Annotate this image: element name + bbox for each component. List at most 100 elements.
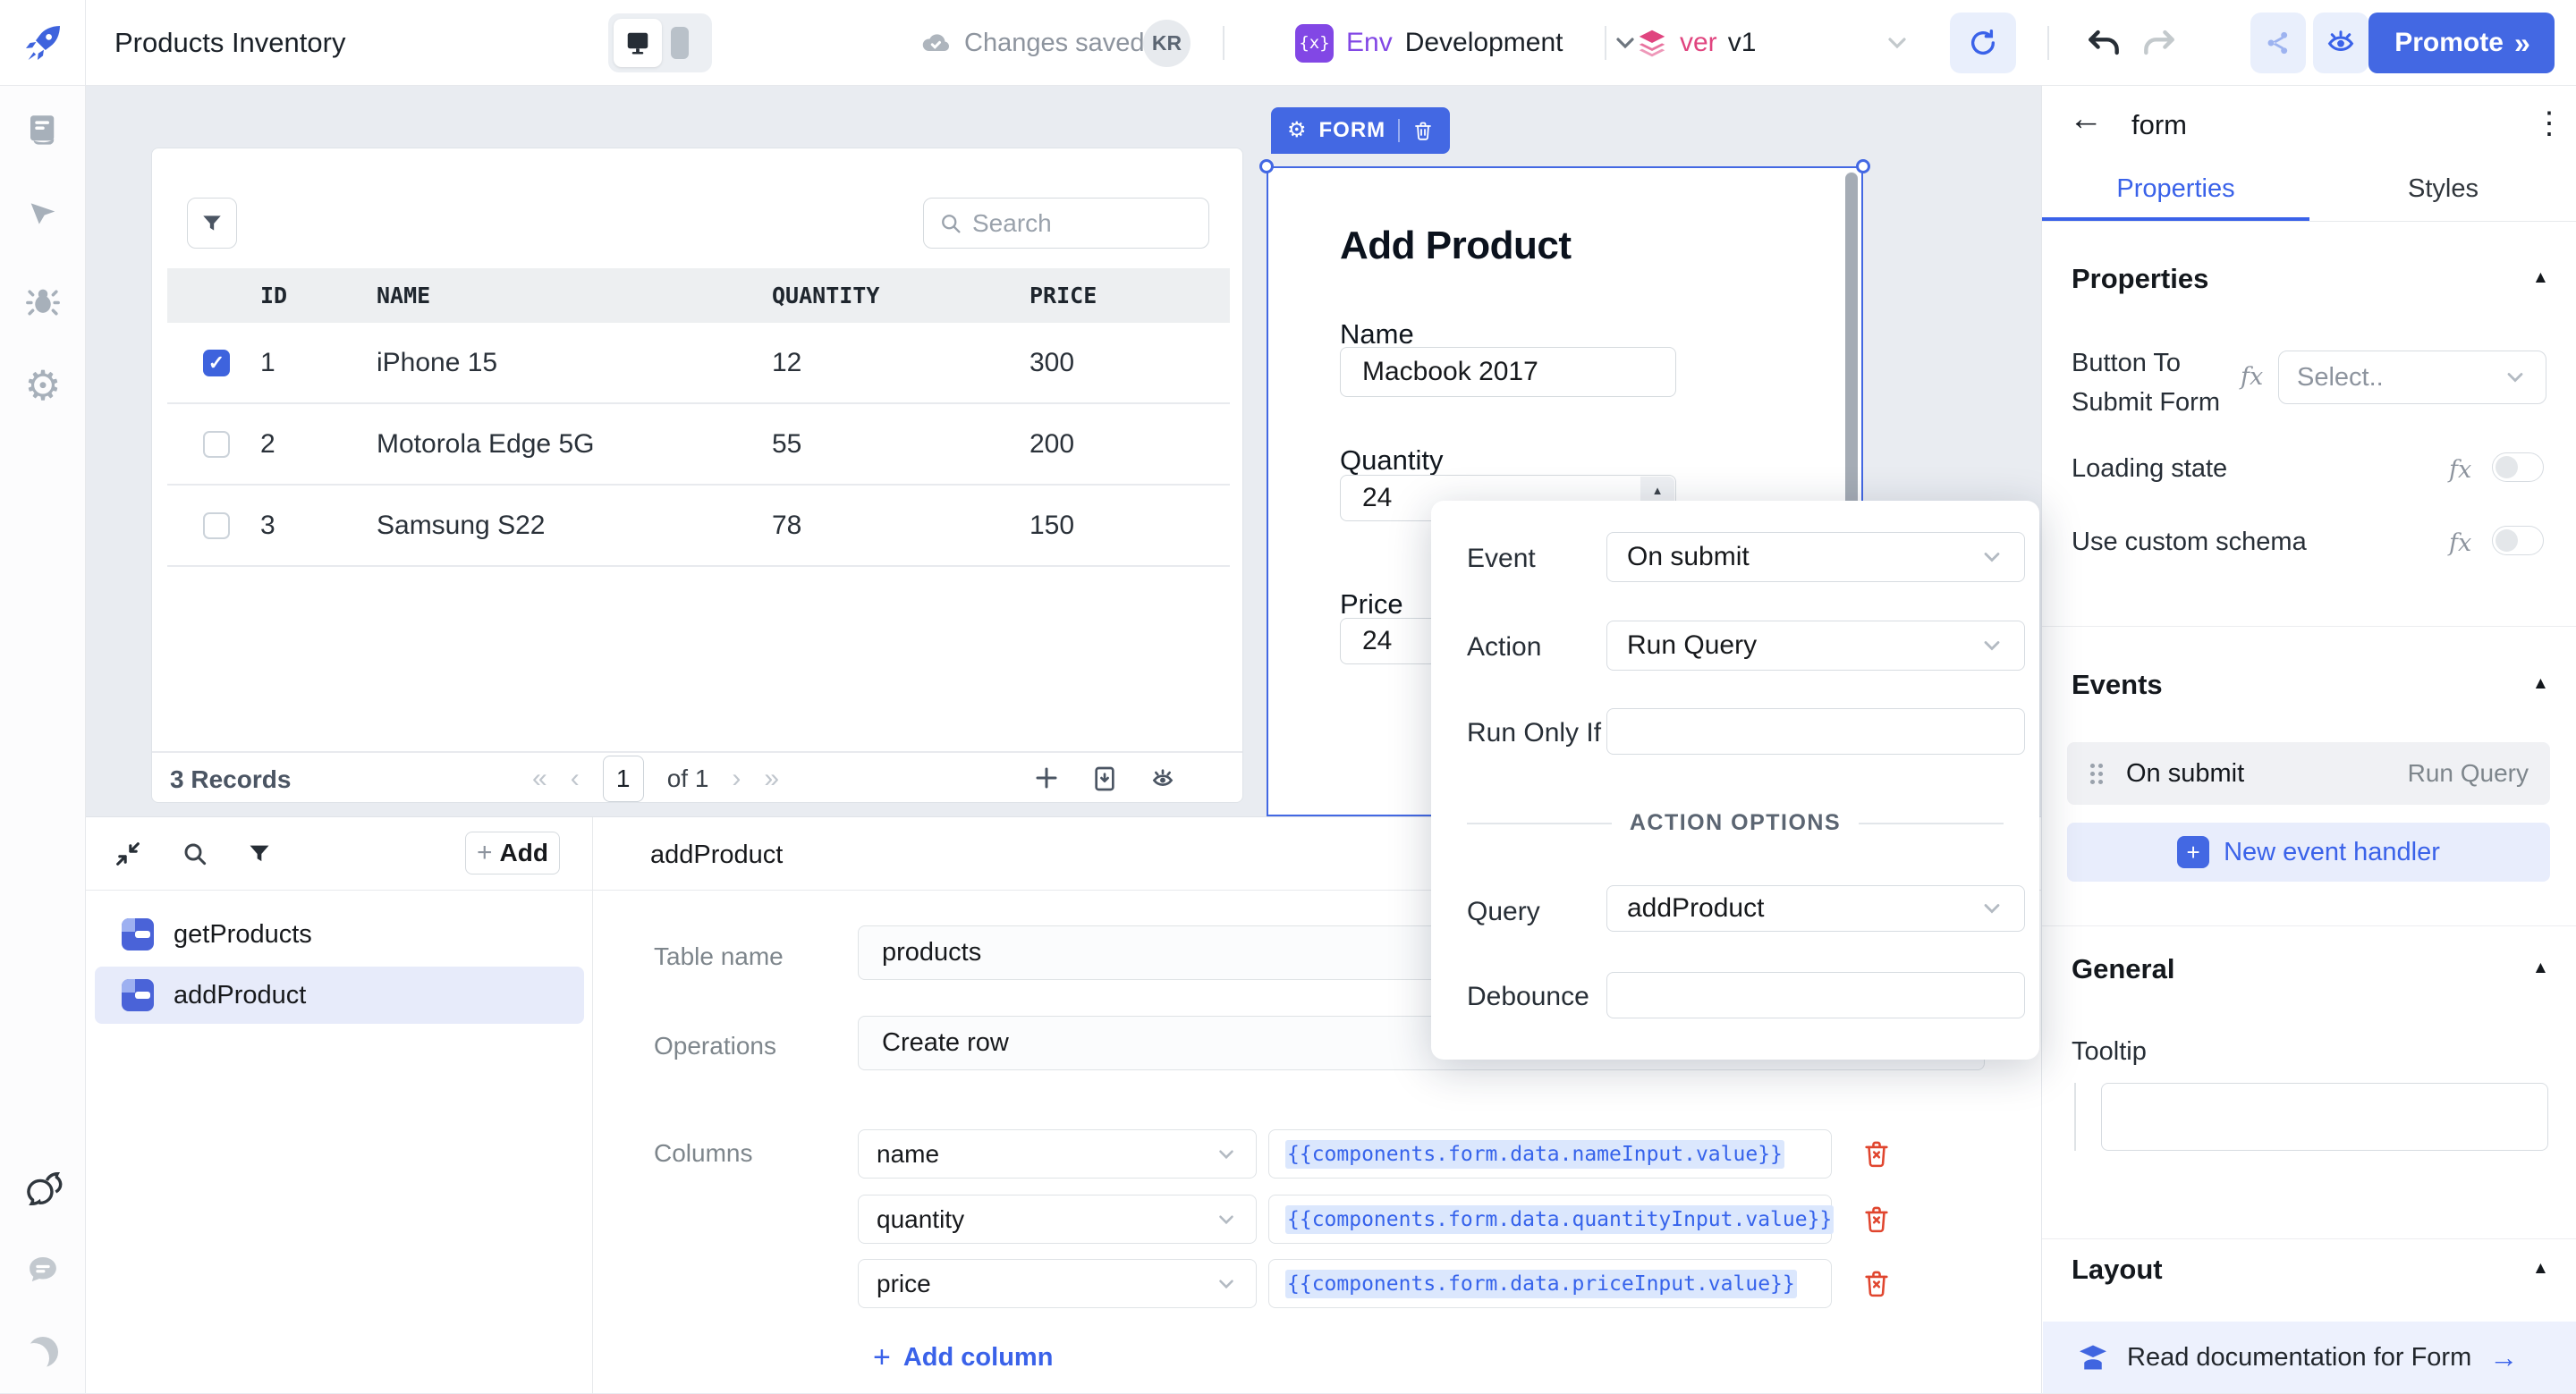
column-select[interactable]: name bbox=[858, 1129, 1257, 1179]
collapse-icon[interactable]: ▲ bbox=[2532, 959, 2549, 978]
delete-column-button[interactable] bbox=[1861, 1268, 1892, 1298]
documentation-link[interactable]: Read documentation for Form → bbox=[2043, 1322, 2576, 1393]
sidebar-item-settings[interactable]: ⚙ bbox=[0, 365, 86, 406]
filter-icon[interactable] bbox=[247, 841, 272, 866]
debounce-field[interactable] bbox=[1606, 972, 2025, 1018]
fx-toggle[interactable]: fx bbox=[2241, 363, 2263, 391]
gear-icon[interactable]: ⚙ bbox=[1287, 120, 1307, 141]
delete-column-button[interactable] bbox=[1861, 1138, 1892, 1169]
download-button[interactable] bbox=[1090, 765, 1119, 793]
back-arrow-icon[interactable]: ← bbox=[2069, 100, 2103, 139]
column-binding-input[interactable]: {{components.form.data.nameInput.value}} bbox=[1268, 1129, 1832, 1179]
resize-handle[interactable] bbox=[1856, 159, 1870, 173]
query-list-item-addproduct[interactable]: addProduct bbox=[95, 967, 584, 1024]
column-select[interactable]: price bbox=[858, 1259, 1257, 1308]
sidebar-item-inspector[interactable] bbox=[0, 196, 86, 232]
search-input[interactable] bbox=[972, 208, 1178, 238]
row-checkbox[interactable] bbox=[203, 511, 230, 539]
drag-handle-icon[interactable] bbox=[2089, 762, 2105, 786]
avatar[interactable]: KR bbox=[1143, 20, 1191, 67]
use-custom-schema-toggle[interactable] bbox=[2492, 526, 2544, 555]
collapse-icon[interactable]: ▲ bbox=[2532, 674, 2549, 694]
kebab-menu-icon[interactable]: ⋮ bbox=[2534, 106, 2564, 141]
environment-selector[interactable]: {x} Env Development bbox=[1295, 0, 1640, 86]
indent-guide bbox=[2074, 1083, 2076, 1151]
device-toggle[interactable] bbox=[608, 13, 712, 72]
prev-page-button[interactable]: ‹ bbox=[571, 764, 580, 794]
chevron-down-icon[interactable] bbox=[1883, 29, 1911, 57]
sidebar-item-comments[interactable] bbox=[0, 1169, 86, 1210]
app-logo[interactable] bbox=[0, 0, 86, 86]
sidebar-item-theme[interactable] bbox=[0, 1337, 86, 1367]
collapse-icon[interactable]: ▲ bbox=[2532, 1259, 2549, 1279]
mobile-icon[interactable] bbox=[671, 27, 689, 59]
table-row[interactable]: 3 Samsung S22 78 150 bbox=[167, 486, 1230, 567]
refresh-button[interactable] bbox=[1950, 13, 2016, 73]
run-only-if-field[interactable] bbox=[1606, 708, 2025, 755]
collapse-panel-icon[interactable] bbox=[113, 839, 143, 869]
table-row[interactable]: 2 Motorola Edge 5G 55 200 bbox=[167, 404, 1230, 486]
add-query-button[interactable]: + Add bbox=[465, 832, 560, 874]
stepper-up-icon[interactable]: ▲ bbox=[1652, 484, 1664, 497]
tooltip-input[interactable] bbox=[2102, 1084, 2547, 1150]
debounce-input[interactable] bbox=[1607, 973, 2024, 1018]
promote-button[interactable]: Promote » bbox=[2368, 13, 2555, 73]
share-button[interactable] bbox=[2250, 13, 2306, 73]
query-select[interactable]: addProduct bbox=[1606, 885, 2025, 932]
action-select[interactable]: Run Query bbox=[1606, 621, 2025, 671]
name-field[interactable] bbox=[1340, 347, 1676, 397]
table-search[interactable] bbox=[923, 198, 1209, 249]
column-header-price[interactable]: PRICE bbox=[1017, 283, 1230, 308]
row-checkbox[interactable]: ✓ bbox=[203, 349, 230, 376]
add-column-button[interactable]: + Add column bbox=[873, 1340, 1053, 1375]
search-icon[interactable] bbox=[181, 840, 209, 868]
desktop-toggle-button[interactable] bbox=[614, 19, 662, 67]
column-header-name[interactable]: NAME bbox=[364, 283, 749, 308]
widget-tag[interactable]: ⚙ FORM bbox=[1271, 107, 1451, 154]
column-select[interactable]: quantity bbox=[858, 1195, 1257, 1244]
form-scrollbar-thumb[interactable] bbox=[1845, 173, 1858, 521]
trash-icon[interactable] bbox=[1412, 120, 1434, 141]
event-handler-row[interactable]: On submit Run Query bbox=[2067, 742, 2550, 805]
query-list-item-getproducts[interactable]: getProducts bbox=[95, 906, 584, 963]
current-page[interactable]: 1 bbox=[602, 755, 644, 802]
delete-column-button[interactable] bbox=[1861, 1204, 1892, 1234]
table-row[interactable]: ✓ 1 iPhone 15 12 300 bbox=[167, 323, 1230, 404]
row-checkbox[interactable] bbox=[203, 430, 230, 458]
table-filter-button[interactable] bbox=[187, 198, 237, 249]
version-selector[interactable]: ver v1 bbox=[1635, 0, 1911, 86]
button-to-submit-select[interactable]: Select.. bbox=[2278, 351, 2546, 404]
name-input[interactable] bbox=[1341, 348, 1609, 396]
column-visibility-button[interactable] bbox=[1148, 765, 1177, 793]
tab-styles[interactable]: Styles bbox=[2309, 156, 2576, 221]
sidebar-item-pages[interactable] bbox=[0, 111, 86, 148]
run-only-if-input[interactable] bbox=[1607, 709, 2024, 754]
table-widget[interactable]: ID NAME QUANTITY PRICE ✓ 1 iPhone 15 12 … bbox=[151, 148, 1243, 803]
first-page-button[interactable]: « bbox=[532, 764, 547, 794]
tab-properties[interactable]: Properties bbox=[2042, 156, 2309, 221]
new-event-handler-button[interactable]: + New event handler bbox=[2067, 823, 2550, 882]
widget-name[interactable]: form bbox=[2131, 109, 2187, 141]
event-select[interactable]: On submit bbox=[1606, 532, 2025, 582]
loading-state-toggle[interactable] bbox=[2492, 452, 2544, 482]
collapse-icon[interactable]: ▲ bbox=[2532, 268, 2549, 288]
cell-price: 200 bbox=[1030, 428, 1075, 459]
next-page-button[interactable]: › bbox=[732, 764, 741, 794]
add-row-button[interactable] bbox=[1033, 765, 1060, 791]
column-header-id[interactable]: ID bbox=[248, 283, 364, 308]
tooltip-field[interactable] bbox=[2101, 1083, 2548, 1151]
resize-handle[interactable] bbox=[1259, 159, 1274, 173]
redo-button[interactable] bbox=[2140, 23, 2179, 63]
last-page-button[interactable]: » bbox=[764, 764, 779, 794]
column-binding-input[interactable]: {{components.form.data.quantityInput.val… bbox=[1268, 1195, 1835, 1244]
cell-name: iPhone 15 bbox=[377, 347, 498, 377]
sidebar-item-debugger[interactable] bbox=[0, 281, 86, 318]
fx-toggle[interactable]: fx bbox=[2449, 456, 2471, 484]
preview-button[interactable] bbox=[2313, 13, 2368, 73]
column-header-quantity[interactable]: QUANTITY bbox=[749, 283, 1017, 308]
add-column-label: Add column bbox=[902, 1343, 1054, 1372]
column-binding-input[interactable]: {{components.form.data.priceInput.value}… bbox=[1268, 1259, 1832, 1308]
undo-button[interactable] bbox=[2084, 23, 2123, 63]
sidebar-item-feedback[interactable] bbox=[0, 1251, 86, 1288]
fx-toggle[interactable]: fx bbox=[2449, 529, 2471, 557]
